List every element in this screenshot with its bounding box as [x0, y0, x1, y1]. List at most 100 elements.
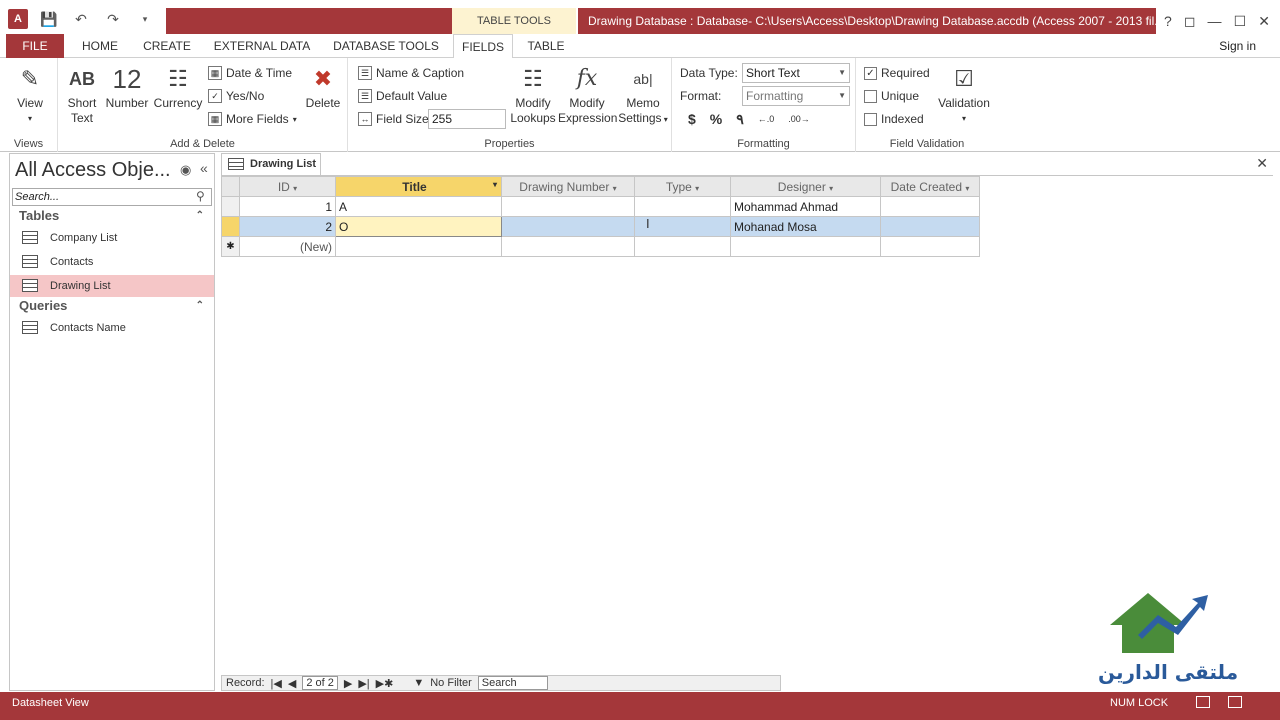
column-header-designer[interactable]: Designer ▾	[730, 176, 881, 197]
data-type-select[interactable]: Short Text ▼	[742, 63, 850, 83]
next-record-icon[interactable]: ▶	[344, 677, 352, 690]
cell-new[interactable]: (New)	[239, 236, 336, 257]
datasheet-view-icon[interactable]	[1196, 696, 1210, 708]
format-select[interactable]: Formatting ▼	[742, 86, 850, 106]
row-selector[interactable]	[221, 196, 240, 217]
sort-dropdown-icon[interactable]: ▾	[829, 184, 833, 193]
tab-home[interactable]: HOME	[72, 34, 128, 58]
save-icon[interactable]: 💾	[38, 9, 60, 29]
nav-search-input[interactable]: Search...	[12, 188, 212, 206]
nav-item-contacts-name[interactable]: Contacts Name	[10, 317, 214, 339]
sort-dropdown-icon[interactable]: ▾	[613, 184, 617, 193]
cell-id[interactable]: 1	[239, 196, 336, 217]
search-icon[interactable]: ⚲	[196, 189, 205, 203]
cell-drawing-number[interactable]	[501, 196, 635, 217]
tab-database-tools[interactable]: DATABASE TOOLS	[326, 34, 446, 58]
tables-section-header[interactable]: Tables ⌃	[10, 206, 214, 226]
cell-title-editing[interactable]: OI	[335, 216, 650, 237]
tab-table[interactable]: TABLE	[518, 34, 574, 58]
nav-item-contacts[interactable]: Contacts	[10, 251, 214, 273]
cell-drawing-number[interactable]	[501, 216, 635, 237]
view-button[interactable]: ✎ View ▾	[8, 62, 52, 126]
nav-item-company-list[interactable]: Company List	[10, 227, 214, 249]
cell-designer[interactable]: Mohanad Mosa	[730, 216, 881, 237]
delete-button[interactable]: ✖ Delete	[304, 62, 342, 111]
cell-new-title[interactable]	[335, 236, 502, 257]
tab-file[interactable]: FILE	[6, 34, 64, 58]
sign-in-link[interactable]: Sign in	[1219, 34, 1256, 58]
column-header-date-created[interactable]: Date Created ▾	[880, 176, 980, 197]
cell-new-date-created[interactable]	[880, 236, 980, 257]
document-tab-drawing-list[interactable]: Drawing List	[221, 153, 321, 175]
first-record-icon[interactable]: |◀	[271, 677, 282, 690]
current-record-input[interactable]: 2 of 2	[302, 676, 338, 690]
date-time-button[interactable]: ▦ Date & Time	[208, 64, 292, 82]
short-text-button[interactable]: AB Short Text	[62, 62, 102, 126]
nav-pane-title[interactable]: All Access Obje...	[15, 159, 171, 182]
increase-decimals-icon[interactable]: ←.0	[758, 114, 775, 124]
currency-format-button[interactable]: $	[688, 111, 696, 127]
memo-settings-button[interactable]: ab| Memo Settings ▾	[616, 62, 670, 127]
column-header-type[interactable]: Type ▾	[634, 176, 731, 197]
filter-icon[interactable]: ▼	[413, 677, 424, 689]
name-caption-button[interactable]: ☰ Name & Caption	[358, 64, 464, 82]
required-checkbox[interactable]: ✓ Required	[864, 64, 930, 82]
nav-menu-icon[interactable]: ◉	[180, 162, 191, 178]
cell-new-type[interactable]	[634, 236, 731, 257]
cell-date-created[interactable]	[880, 216, 980, 237]
column-header-id[interactable]: ID ▾	[239, 176, 336, 197]
close-icon[interactable]: ✕	[1258, 13, 1270, 30]
new-record-icon[interactable]: ✱	[221, 236, 240, 257]
minimize-icon[interactable]: —	[1208, 13, 1222, 29]
cell-new-designer[interactable]	[730, 236, 881, 257]
new-record-nav-icon[interactable]: ▶✱	[376, 677, 394, 690]
tab-fields[interactable]: FIELDS	[453, 34, 513, 59]
more-fields-button[interactable]: ▦ More Fields ▾	[208, 110, 297, 128]
number-button[interactable]: 12 Number	[104, 62, 150, 111]
sort-dropdown-icon[interactable]: ▾	[965, 184, 969, 193]
close-document-icon[interactable]: ✕	[1256, 155, 1268, 172]
cell-id[interactable]: 2	[239, 216, 336, 237]
nav-item-drawing-list[interactable]: Drawing List	[10, 275, 214, 297]
last-record-icon[interactable]: ▶|	[358, 677, 369, 690]
cell-new-drawing-number[interactable]	[501, 236, 635, 257]
default-value-button[interactable]: ☰ Default Value	[358, 87, 447, 105]
design-view-icon[interactable]	[1228, 696, 1242, 708]
customize-qat-icon[interactable]: ▾	[134, 9, 156, 29]
no-filter-button[interactable]: No Filter	[430, 677, 472, 689]
column-header-title[interactable]: Title ▾	[335, 176, 502, 197]
sort-dropdown-icon[interactable]: ▾	[293, 184, 297, 193]
queries-section-header[interactable]: Queries ⌃	[10, 296, 214, 316]
unique-checkbox[interactable]: Unique	[864, 87, 919, 105]
restore-ribbon-icon[interactable]: ◻	[1184, 13, 1196, 30]
previous-record-icon[interactable]: ◀	[288, 677, 296, 690]
cell-designer[interactable]: Mohammad Ahmad	[730, 196, 881, 217]
cell-date-created[interactable]	[880, 196, 980, 217]
decrease-decimals-icon[interactable]: .00→	[788, 114, 810, 124]
access-app-icon[interactable]: A	[8, 9, 28, 29]
cell-title[interactable]: A	[335, 196, 502, 217]
validation-button[interactable]: ☑ Validation ▾	[934, 62, 994, 126]
cell-type[interactable]	[634, 196, 731, 217]
redo-icon[interactable]: ↷	[102, 9, 124, 29]
indexed-checkbox[interactable]: Indexed	[864, 110, 924, 128]
undo-icon[interactable]: ↶	[70, 9, 92, 29]
help-button[interactable]: ?	[1164, 13, 1172, 29]
maximize-icon[interactable]: ☐	[1234, 13, 1247, 30]
field-size-input[interactable]: 255	[428, 109, 506, 129]
collapse-pane-icon[interactable]: «	[200, 160, 208, 176]
modify-lookups-button[interactable]: ☷ Modify Lookups	[508, 62, 558, 126]
tab-external-data[interactable]: EXTERNAL DATA	[206, 34, 318, 58]
row-selector-current[interactable]	[221, 216, 240, 237]
sort-dropdown-icon[interactable]: ▾	[493, 180, 497, 189]
modify-expression-button[interactable]: fx Modify Expression	[558, 62, 617, 126]
currency-button[interactable]: ☷ Currency	[152, 62, 204, 111]
tab-create[interactable]: CREATE	[138, 34, 196, 58]
select-all-cell[interactable]	[221, 176, 240, 197]
percent-format-button[interactable]: %	[710, 111, 722, 127]
column-header-drawing-number[interactable]: Drawing Number ▾	[501, 176, 635, 197]
comma-format-button[interactable]: ٩	[736, 111, 744, 128]
record-search-input[interactable]: Search	[477, 676, 548, 690]
yes-no-button[interactable]: ✓ Yes/No	[208, 87, 264, 105]
sort-dropdown-icon[interactable]: ▾	[695, 184, 699, 193]
